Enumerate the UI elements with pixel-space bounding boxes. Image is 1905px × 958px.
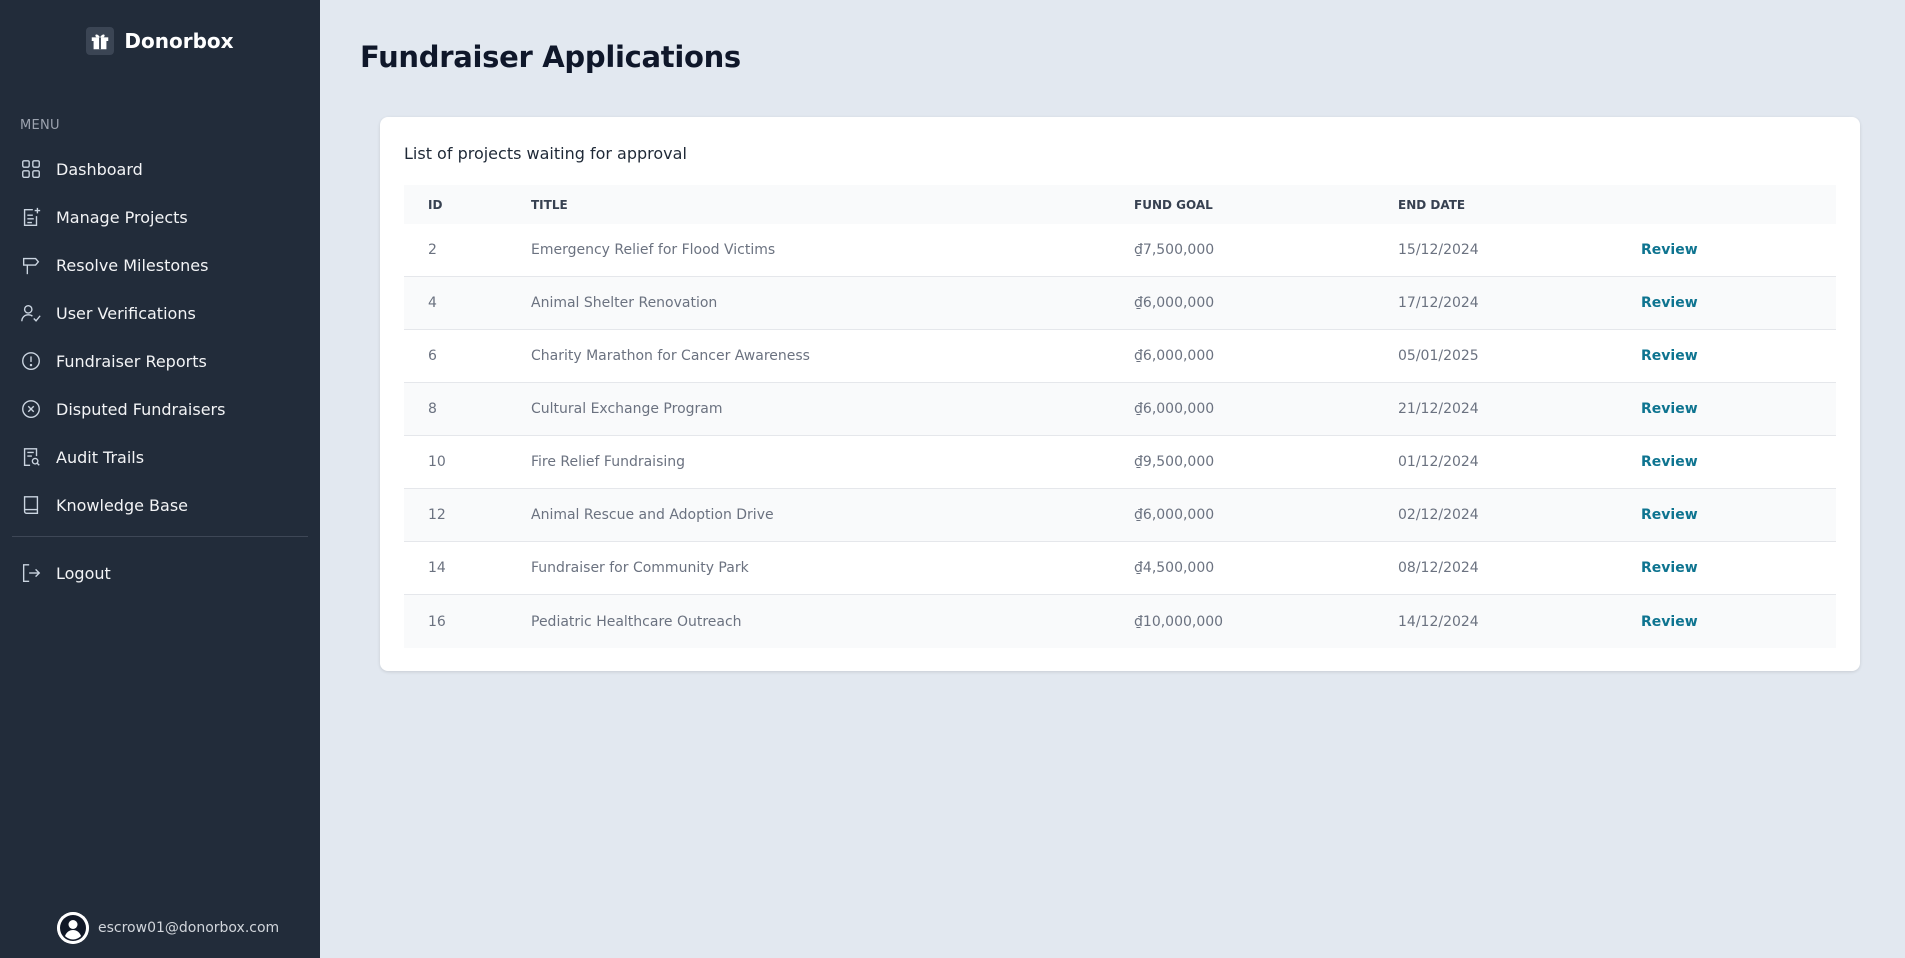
logout-icon (20, 562, 42, 584)
sidebar-item-disputed-fundraisers[interactable]: Disputed Fundraisers (20, 385, 310, 433)
review-link[interactable]: Review (1641, 295, 1698, 311)
sidebar-item-label: Disputed Fundraisers (56, 399, 226, 419)
cell-id: 14 (428, 560, 446, 576)
sidebar-item-label: Audit Trails (56, 447, 145, 467)
cell-id: 4 (428, 295, 437, 311)
header-id: ID (428, 197, 443, 212)
x-circle-icon (20, 398, 42, 420)
cell-fund-goal: ₫6,000,000 (1134, 401, 1215, 417)
user-check-icon (20, 302, 42, 324)
table-row: 8 Cultural Exchange Program ₫6,000,000 2… (404, 383, 1836, 436)
review-link[interactable]: Review (1641, 348, 1698, 364)
sidebar-item-label: Fundraiser Reports (56, 351, 207, 371)
user-profile[interactable]: escrow01@donorbox.com (57, 912, 279, 944)
logout-section: Logout (20, 549, 310, 597)
sidebar-item-user-verifications[interactable]: User Verifications (20, 289, 310, 337)
logout-button[interactable]: Logout (20, 549, 310, 597)
sidebar-divider (12, 536, 308, 537)
sidebar-item-dashboard[interactable]: Dashboard (20, 145, 310, 193)
cell-title: Animal Rescue and Adoption Drive (531, 507, 774, 523)
menu-heading: MENU (20, 118, 60, 133)
user-avatar-icon (57, 912, 89, 944)
sidebar-item-label: User Verifications (56, 303, 196, 323)
signpost-icon (20, 254, 42, 276)
cell-title: Pediatric Healthcare Outreach (531, 613, 742, 630)
cell-end-date: 08/12/2024 (1398, 560, 1479, 576)
cell-id: 2 (428, 242, 437, 258)
table-row: 10 Fire Relief Fundraising ₫9,500,000 01… (404, 436, 1836, 489)
sidebar-item-label: Dashboard (56, 159, 143, 179)
review-link[interactable]: Review (1641, 454, 1698, 470)
cell-fund-goal: ₫9,500,000 (1134, 454, 1215, 470)
sidebar-item-resolve-milestones[interactable]: Resolve Milestones (20, 241, 310, 289)
sidebar-item-knowledge-base[interactable]: Knowledge Base (20, 481, 310, 529)
cell-end-date: 14/12/2024 (1398, 613, 1479, 630)
brand[interactable]: Donorbox (0, 27, 320, 55)
cell-end-date: 05/01/2025 (1398, 348, 1479, 364)
cell-fund-goal: ₫4,500,000 (1134, 560, 1215, 576)
review-link[interactable]: Review (1641, 401, 1698, 417)
user-email: escrow01@donorbox.com (98, 920, 280, 936)
cell-title: Cultural Exchange Program (531, 401, 723, 417)
cell-fund-goal: ₫10,000,000 (1134, 613, 1224, 630)
sidebar-item-manage-projects[interactable]: Manage Projects (20, 193, 310, 241)
table-row: 14 Fundraiser for Community Park ₫4,500,… (404, 542, 1836, 595)
cell-title: Charity Marathon for Cancer Awareness (531, 348, 810, 364)
card-subtitle: List of projects waiting for approval (404, 144, 687, 163)
review-link[interactable]: Review (1641, 242, 1698, 258)
sidebar-item-fundraiser-reports[interactable]: Fundraiser Reports (20, 337, 310, 385)
document-plus-icon (20, 206, 42, 228)
cell-fund-goal: ₫6,000,000 (1134, 507, 1215, 523)
cell-fund-goal: ₫6,000,000 (1134, 348, 1215, 364)
alert-circle-icon (20, 350, 42, 372)
cell-title: Emergency Relief for Flood Victims (531, 242, 776, 258)
table-row: 4 Animal Shelter Renovation ₫6,000,000 1… (404, 277, 1836, 330)
cell-title: Animal Shelter Renovation (531, 295, 718, 311)
cell-fund-goal: ₫7,500,000 (1134, 242, 1215, 258)
header-fund-goal: FUND GOAL (1134, 197, 1213, 212)
brand-name: Donorbox (124, 29, 234, 53)
book-icon (20, 494, 42, 516)
review-link[interactable]: Review (1641, 614, 1698, 630)
table-body: 2 Emergency Relief for Flood Victims ₫7,… (404, 224, 1836, 648)
table-row: 6 Charity Marathon for Cancer Awareness … (404, 330, 1836, 383)
review-link[interactable]: Review (1641, 560, 1698, 576)
sidebar-item-label: Knowledge Base (56, 495, 188, 515)
cell-end-date: 17/12/2024 (1398, 295, 1479, 311)
cell-end-date: 15/12/2024 (1398, 242, 1479, 258)
sidebar-nav: Dashboard Manage Projects Resolve Milest… (20, 145, 310, 529)
header-title: TITLE (531, 197, 568, 212)
cell-id: 16 (428, 613, 446, 630)
table-row: 16 Pediatric Healthcare Outreach ₫10,000… (404, 595, 1836, 648)
cell-end-date: 01/12/2024 (1398, 454, 1479, 470)
table-header: ID TITLE FUND GOAL END DATE (404, 185, 1836, 224)
cell-id: 12 (428, 507, 446, 523)
gift-icon (86, 27, 115, 55)
cell-id: 8 (428, 401, 437, 417)
table-row: 2 Emergency Relief for Flood Victims ₫7,… (404, 224, 1836, 277)
page-title: Fundraiser Applications (360, 40, 741, 74)
logout-label: Logout (56, 563, 111, 583)
table-row: 12 Animal Rescue and Adoption Drive ₫6,0… (404, 489, 1836, 542)
cell-end-date: 21/12/2024 (1398, 401, 1479, 417)
sidebar-item-label: Manage Projects (56, 207, 188, 227)
cell-end-date: 02/12/2024 (1398, 507, 1479, 523)
grid-icon (20, 158, 42, 180)
sidebar-item-label: Resolve Milestones (56, 255, 209, 275)
cell-title: Fundraiser for Community Park (531, 560, 749, 576)
receipt-search-icon (20, 446, 42, 468)
sidebar: Donorbox MENU Dashboard Manage Projects … (0, 0, 320, 958)
cell-id: 6 (428, 348, 437, 364)
review-link[interactable]: Review (1641, 507, 1698, 523)
header-end-date: END DATE (1398, 197, 1466, 212)
cell-fund-goal: ₫6,000,000 (1134, 295, 1215, 311)
cell-id: 10 (428, 454, 446, 470)
applications-card: List of projects waiting for approval ID… (380, 117, 1860, 671)
applications-table: ID TITLE FUND GOAL END DATE 2 Emergency … (404, 185, 1836, 648)
cell-title: Fire Relief Fundraising (531, 454, 686, 470)
sidebar-item-audit-trails[interactable]: Audit Trails (20, 433, 310, 481)
